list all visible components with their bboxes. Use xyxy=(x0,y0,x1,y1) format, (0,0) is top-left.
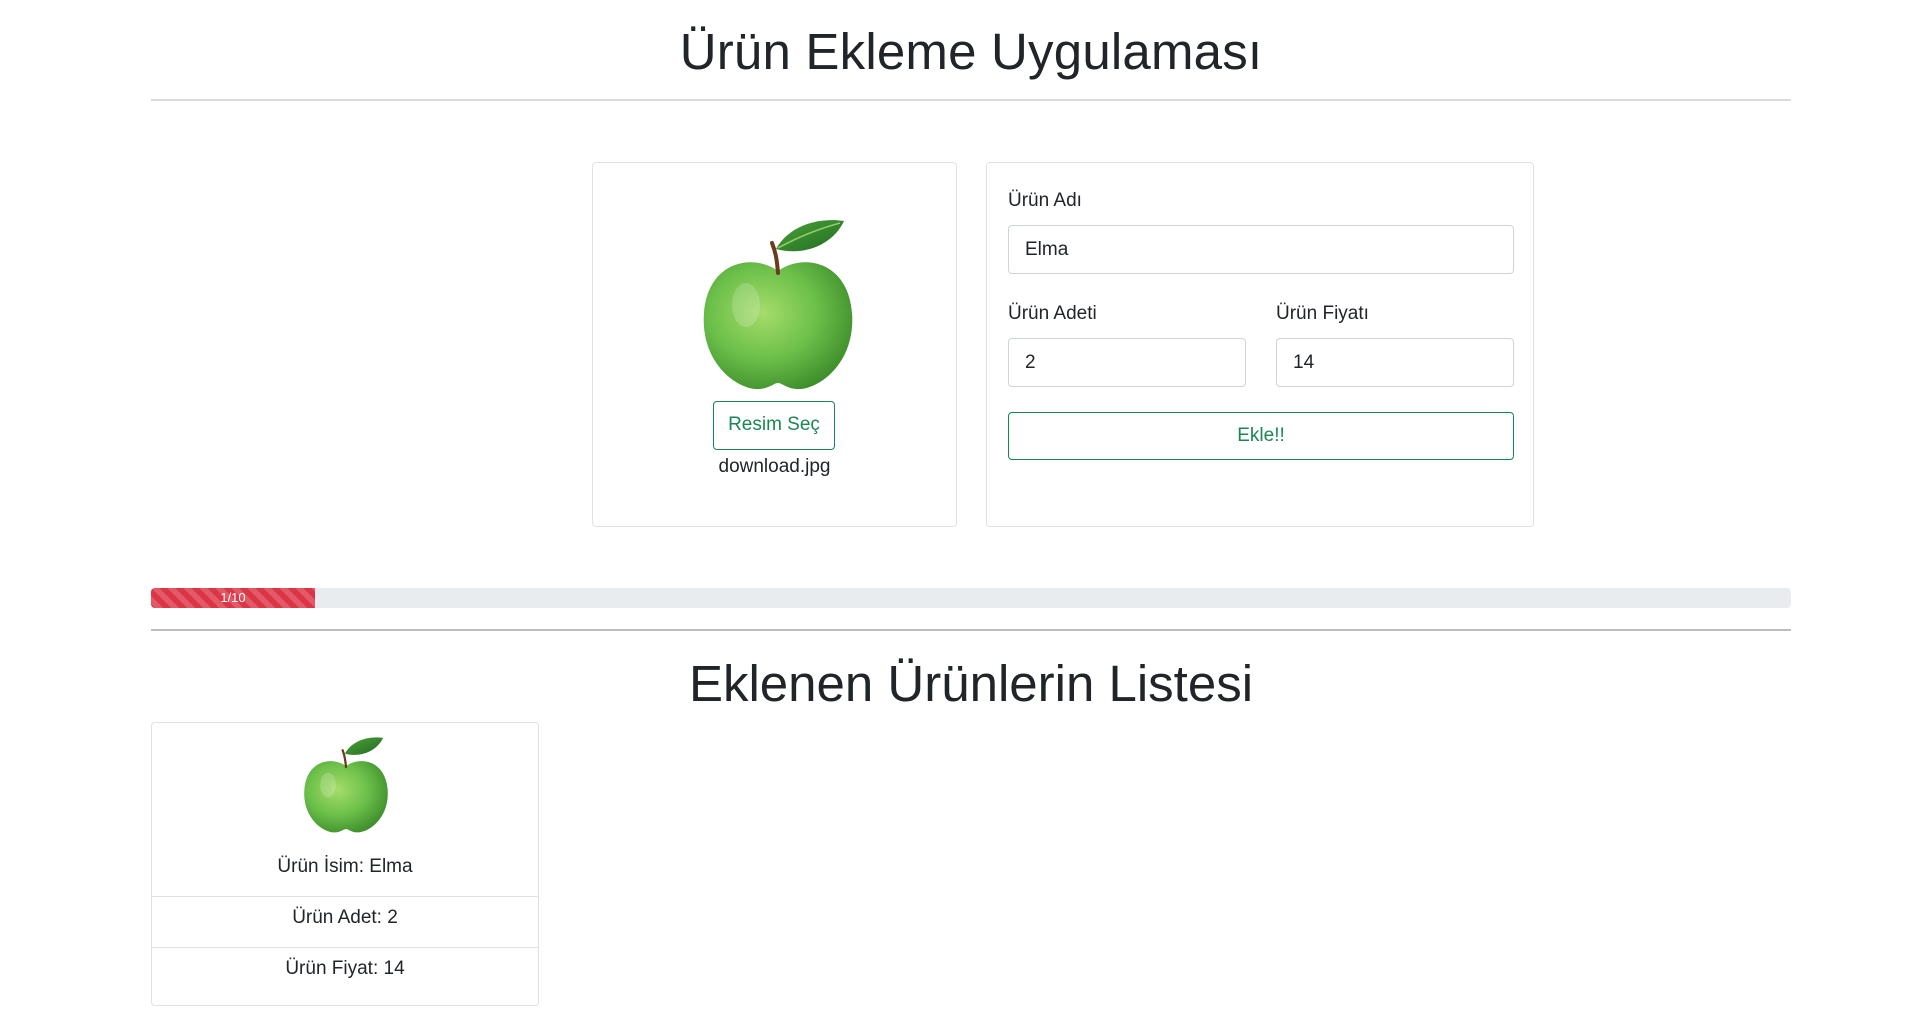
product-price-text: Ürün Fiyat: 14 xyxy=(285,958,405,979)
product-name-text: Ürün İsim: Elma xyxy=(277,856,413,877)
product-quantity-text: Ürün Adet: 2 xyxy=(292,907,398,928)
product-form-card: Ürün Adı Elma Ürün Adeti 2 Ürün Fiyatı 1… xyxy=(986,162,1534,527)
middle-divider xyxy=(151,629,1791,631)
progress-fill: 1/10 xyxy=(151,588,315,608)
product-price-input[interactable]: 14 xyxy=(1276,338,1514,387)
file-name: download.jpg xyxy=(718,456,831,477)
product-name-label: Ürün Adı xyxy=(1008,190,1082,211)
apple-image xyxy=(703,220,853,390)
product-row-divider xyxy=(152,947,538,948)
product-quantity-input[interactable]: 2 xyxy=(1008,338,1246,387)
select-image-button[interactable]: Resim Seç xyxy=(713,401,835,450)
page-title: Ürün Ekleme Uygulaması xyxy=(679,23,1263,80)
image-card: Resim Seç download.jpg xyxy=(592,162,957,527)
product-quantity-label: Ürün Adeti xyxy=(1008,303,1097,324)
progress-bar: 1/10 xyxy=(151,588,1791,608)
product-price-label: Ürün Fiyatı xyxy=(1276,303,1369,324)
add-product-button[interactable]: Ekle!! xyxy=(1008,412,1514,460)
product-row-divider xyxy=(152,896,538,897)
product-card: Ürün İsim: Elma Ürün Adet: 2 Ürün Fiyat:… xyxy=(151,722,539,1006)
product-list-title: Eklenen Ürünlerin Listesi xyxy=(688,655,1254,712)
product-name-input[interactable]: Elma xyxy=(1008,225,1514,274)
product-apple-image xyxy=(304,737,388,833)
top-divider xyxy=(151,99,1791,101)
page: Ürün Ekleme Uygulaması Resim Seç downloa… xyxy=(0,0,1920,1023)
